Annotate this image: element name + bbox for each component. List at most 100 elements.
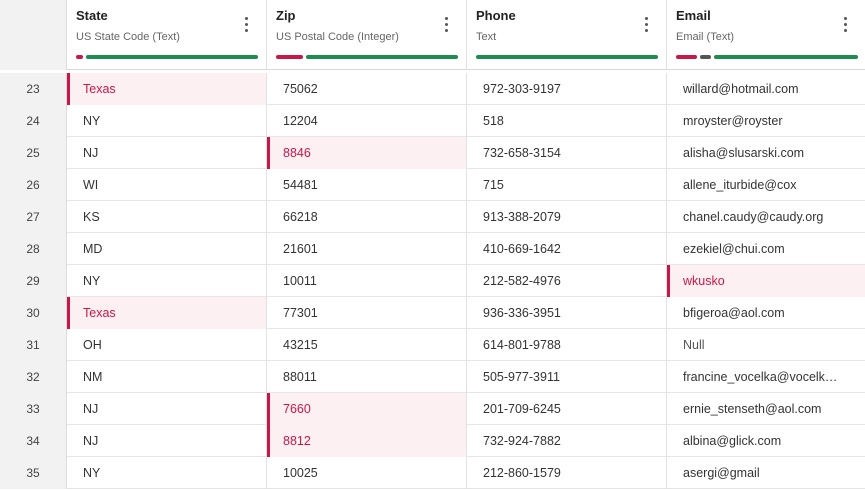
zip-cell[interactable]: 8812 xyxy=(267,425,467,457)
phone-cell[interactable]: 212-582-4976 xyxy=(467,265,667,297)
column-name: Email xyxy=(676,8,711,23)
table-row[interactable]: 28 MD 21601 410-669-1642 ezekiel@chui.com xyxy=(0,233,865,265)
row-index: 33 xyxy=(0,393,67,425)
quality-bar xyxy=(276,55,458,59)
table-row[interactable]: 26 WI 54481 715 allene_iturbide@cox xyxy=(0,169,865,201)
zip-cell[interactable]: 10025 xyxy=(267,457,467,489)
row-index: 31 xyxy=(0,329,67,361)
row-index: 34 xyxy=(0,425,67,457)
zip-cell[interactable]: 88011 xyxy=(267,361,467,393)
state-cell[interactable]: NY xyxy=(67,105,267,137)
phone-cell[interactable]: 972-303-9197 xyxy=(467,73,667,105)
column-header-zip[interactable]: Zip US Postal Code (Integer) xyxy=(267,0,467,70)
grid-header: State US State Code (Text) Zip US Postal… xyxy=(0,0,865,70)
email-cell[interactable]: mroyster@royster xyxy=(667,105,865,137)
state-cell[interactable]: OH xyxy=(67,329,267,361)
column-menu-icon[interactable] xyxy=(642,17,650,35)
state-cell[interactable]: NJ xyxy=(67,425,267,457)
column-menu-icon[interactable] xyxy=(242,17,250,35)
column-type: US Postal Code (Integer) xyxy=(276,31,399,43)
table-row[interactable]: 23 Texas 75062 972-303-9197 willard@hotmail.… xyxy=(0,73,865,105)
table-row[interactable]: 33 NJ 7660 201-709-6245 ernie_stenseth@aol.c… xyxy=(0,393,865,425)
row-index: 29 xyxy=(0,265,67,297)
email-cell[interactable]: asergi@gmail xyxy=(667,457,865,489)
email-cell[interactable]: wkusko xyxy=(667,265,865,297)
table-row[interactable]: 27 KS 66218 913-388-2079 chanel.caudy@caudy.… xyxy=(0,201,865,233)
state-cell[interactable]: MD xyxy=(67,233,267,265)
zip-cell[interactable]: 12204 xyxy=(267,105,467,137)
column-header-email[interactable]: Email Email (Text) xyxy=(667,0,865,70)
row-index: 24 xyxy=(0,105,67,137)
column-name: Zip xyxy=(276,8,296,23)
table-row[interactable]: 24 NY 12204 518 mroyster@royster xyxy=(0,105,865,137)
quality-segment xyxy=(76,55,83,59)
quality-bar xyxy=(76,55,258,59)
state-cell[interactable]: WI xyxy=(67,169,267,201)
row-index: 28 xyxy=(0,233,67,265)
row-index: 27 xyxy=(0,201,67,233)
phone-cell[interactable]: 936-336-3951 xyxy=(467,297,667,329)
email-cell[interactable]: ezekiel@chui.com xyxy=(667,233,865,265)
email-cell[interactable]: bfigeroa@aol.com xyxy=(667,297,865,329)
phone-cell[interactable]: 410-669-1642 xyxy=(467,233,667,265)
state-cell[interactable]: NM xyxy=(67,361,267,393)
data-grid: State US State Code (Text) Zip US Postal… xyxy=(0,0,865,490)
state-cell[interactable]: Texas xyxy=(67,73,267,105)
quality-segment xyxy=(276,55,303,59)
phone-cell[interactable]: 715 xyxy=(467,169,667,201)
zip-cell[interactable]: 43215 xyxy=(267,329,467,361)
email-cell[interactable]: albina@glick.com xyxy=(667,425,865,457)
state-cell[interactable]: NY xyxy=(67,265,267,297)
zip-cell[interactable]: 8846 xyxy=(267,137,467,169)
quality-segment xyxy=(714,55,858,59)
column-header-phone[interactable]: Phone Text xyxy=(467,0,667,70)
phone-cell[interactable]: 505-977-3911 xyxy=(467,361,667,393)
email-cell[interactable]: willard@hotmail.com xyxy=(667,73,865,105)
zip-cell[interactable]: 75062 xyxy=(267,73,467,105)
quality-bar xyxy=(676,55,858,59)
table-row[interactable]: 29 NY 10011 212-582-4976 wkusko xyxy=(0,265,865,297)
phone-cell[interactable]: 732-924-7882 xyxy=(467,425,667,457)
state-cell[interactable]: NJ xyxy=(67,393,267,425)
table-row[interactable]: 30 Texas 77301 936-336-3951 bfigeroa@aol.com xyxy=(0,297,865,329)
zip-cell[interactable]: 10011 xyxy=(267,265,467,297)
phone-cell[interactable]: 518 xyxy=(467,105,667,137)
state-cell[interactable]: KS xyxy=(67,201,267,233)
zip-cell[interactable]: 7660 xyxy=(267,393,467,425)
zip-cell[interactable]: 77301 xyxy=(267,297,467,329)
state-cell[interactable]: NY xyxy=(67,457,267,489)
state-cell[interactable]: NJ xyxy=(67,137,267,169)
table-row[interactable]: 31 OH 43215 614-801-9788 Null xyxy=(0,329,865,361)
column-type: Text xyxy=(476,31,497,43)
phone-cell[interactable]: 732-658-3154 xyxy=(467,137,667,169)
table-row[interactable]: 34 NJ 8812 732-924-7882 albina@glick.com xyxy=(0,425,865,457)
table-row[interactable]: 25 NJ 8846 732-658-3154 alisha@slusarski.com xyxy=(0,137,865,169)
column-type: Email (Text) xyxy=(676,31,735,43)
quality-bar xyxy=(476,55,658,59)
column-menu-icon[interactable] xyxy=(841,17,849,35)
phone-cell[interactable]: 201-709-6245 xyxy=(467,393,667,425)
email-cell[interactable]: alisha@slusarski.com xyxy=(667,137,865,169)
zip-cell[interactable]: 21601 xyxy=(267,233,467,265)
email-cell[interactable]: ernie_stenseth@aol.com xyxy=(667,393,865,425)
row-index: 23 xyxy=(0,73,67,105)
phone-cell[interactable]: 614-801-9788 xyxy=(467,329,667,361)
row-index: 25 xyxy=(0,137,67,169)
phone-cell[interactable]: 913-388-2079 xyxy=(467,201,667,233)
row-index: 26 xyxy=(0,169,67,201)
column-header-state[interactable]: State US State Code (Text) xyxy=(67,0,267,70)
email-cell[interactable]: allene_iturbide@cox xyxy=(667,169,865,201)
row-index: 35 xyxy=(0,457,67,489)
phone-cell[interactable]: 212-860-1579 xyxy=(467,457,667,489)
table-row[interactable]: 32 NM 88011 505-977-3911 francine_vocelka@vo… xyxy=(0,361,865,393)
zip-cell[interactable]: 54481 xyxy=(267,169,467,201)
email-cell[interactable]: francine_vocelka@vocelk… xyxy=(667,361,865,393)
column-menu-icon[interactable] xyxy=(442,17,450,35)
column-name: Phone xyxy=(476,8,516,23)
email-cell[interactable]: Null xyxy=(667,329,865,361)
zip-cell[interactable]: 66218 xyxy=(267,201,467,233)
state-cell[interactable]: Texas xyxy=(67,297,267,329)
table-row[interactable]: 35 NY 10025 212-860-1579 asergi@gmail xyxy=(0,457,865,489)
email-cell[interactable]: chanel.caudy@caudy.org xyxy=(667,201,865,233)
quality-segment xyxy=(700,55,711,59)
